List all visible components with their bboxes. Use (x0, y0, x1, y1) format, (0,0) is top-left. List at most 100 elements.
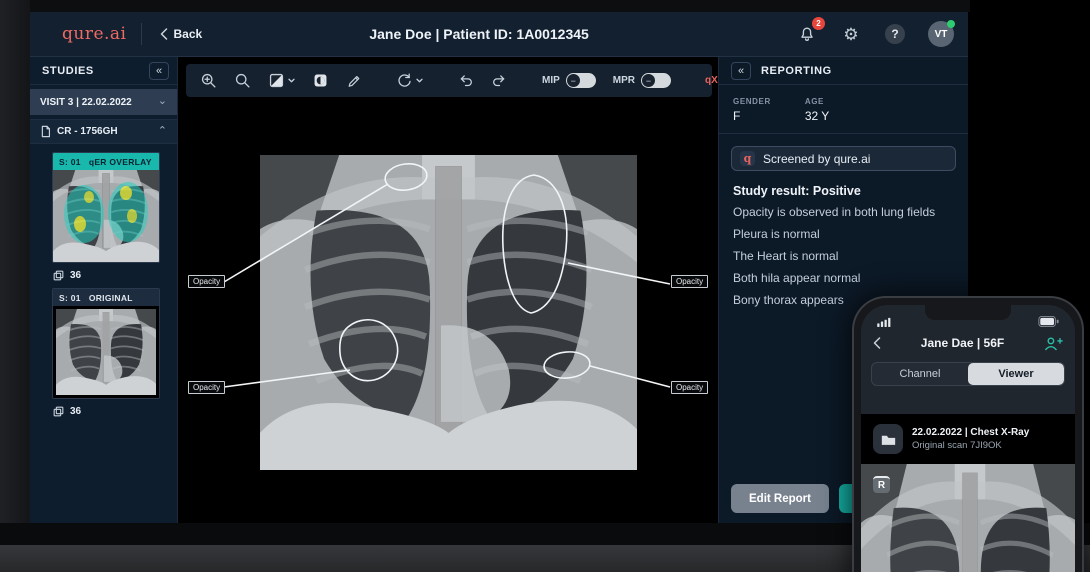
add-contact-icon[interactable] (1044, 336, 1063, 351)
patient-title: Jane Doe | Patient ID: 1A0012345 (369, 26, 589, 42)
zoom-in-icon (201, 73, 216, 88)
app-header: qure.ai Back Jane Doe | Patient ID: 1A00… (30, 12, 968, 57)
chevron-up-icon: ⌃ (157, 124, 167, 137)
scan-subtitle: Original scan 7JI9OK (912, 440, 1002, 451)
tab-viewer[interactable]: Viewer (968, 363, 1064, 385)
phone-back-icon[interactable] (873, 337, 881, 349)
app-window: qure.ai Back Jane Doe | Patient ID: 1A00… (30, 12, 968, 523)
avatar-initials: VT (934, 28, 948, 40)
thumbnail-name: qER OVERLAY (88, 156, 152, 167)
online-status-dot (947, 20, 955, 28)
zoom-in-tool[interactable] (200, 72, 217, 89)
laptop-bezel-top (30, 0, 970, 12)
qer-overlay-image (53, 170, 159, 262)
laptop-bezel-left (0, 0, 30, 545)
thumbnail-tag: S: 01 (59, 156, 81, 167)
right-side-marker: R (873, 476, 890, 493)
gender-label: GENDER (733, 97, 771, 106)
chevron-down-icon (416, 78, 423, 83)
visit-label: VISIT 3 | 22.02.2022 (40, 96, 132, 108)
studies-title: STUDIES (42, 64, 94, 77)
redo-button[interactable] (491, 73, 508, 88)
screened-by-text: Screened by qure.ai (763, 151, 871, 166)
phone-screen: Jane Dae | 56F Channel Viewer 22.02.2022… (861, 305, 1075, 572)
phone-notch (925, 305, 1011, 320)
scan-title: 22.02.2022 | Chest X-Ray (912, 427, 1030, 438)
gear-icon: ⚙ (843, 24, 859, 44)
settings-button[interactable]: ⚙ (840, 23, 862, 45)
phone-nav-bar: Jane Dae | 56F (861, 329, 1075, 357)
annotate-tool[interactable] (346, 73, 362, 89)
thumbnail-original[interactable]: S: 01 ORIGINAL (52, 288, 160, 399)
user-avatar[interactable]: VT (928, 20, 955, 47)
folder-icon (873, 424, 903, 454)
chevron-down-icon (288, 78, 295, 83)
finding-label-opacity[interactable]: Opacity (188, 381, 226, 394)
thumbnail-tag: S: 01 (59, 292, 81, 303)
viewer-toolbar: MIP − MPR − qXR (186, 64, 762, 97)
contrast-icon (269, 73, 284, 88)
finding-label-opacity[interactable]: Opacity (671, 275, 709, 288)
back-label: Back (173, 27, 203, 41)
series-label: CR - 1756GH (57, 126, 118, 137)
rotate-tool[interactable] (396, 72, 423, 89)
tab-channel[interactable]: Channel (872, 363, 968, 385)
thumbnail-qer-overlay[interactable]: S: 01 qER OVERLAY (52, 152, 160, 263)
chest-xray-image[interactable] (260, 155, 637, 470)
mpr-label: MPR (612, 75, 636, 86)
mpr-toggle[interactable]: MPR − (612, 73, 672, 88)
finding-label-opacity[interactable]: Opacity (671, 381, 709, 394)
edit-report-button[interactable]: Edit Report (731, 484, 829, 513)
image-count-icon (53, 406, 64, 417)
phone-viewer-content: 22.02.2022 | Chest X-Ray Original scan 7… (861, 414, 1075, 572)
mip-toggle[interactable]: MIP − (542, 73, 596, 88)
back-chevron-icon (160, 28, 167, 40)
screened-by-badge: q Screened by qure.ai (731, 146, 956, 171)
search-tool[interactable] (234, 72, 251, 89)
finding-item: Opacity is observed in both lung fields (733, 205, 936, 219)
finding-item: Pleura is normal (733, 227, 820, 241)
finding-label-opacity[interactable]: Opacity (188, 275, 226, 288)
collapse-reporting-button[interactable]: « (731, 61, 751, 80)
help-icon: ? (885, 24, 905, 44)
rotate-icon (398, 73, 411, 87)
scan-list-item[interactable]: 22.02.2022 | Chest X-Ray Original scan 7… (861, 414, 1075, 464)
thumbnail-name: ORIGINAL (88, 292, 133, 303)
notifications-button[interactable]: 2 (796, 17, 825, 45)
pencil-icon (348, 75, 360, 87)
finding-item: Both hila appear normal (733, 271, 861, 285)
image-count: 36 (70, 406, 82, 417)
phone-xray-image[interactable]: R (861, 464, 1075, 572)
mip-switch: − (565, 73, 596, 88)
back-button[interactable]: Back (160, 27, 203, 41)
visit-selector[interactable]: VISIT 3 | 22.02.2022 ⌄ (30, 89, 177, 115)
study-result: Study result: Positive (733, 184, 861, 198)
phone-patient-title: Jane Dae | 56F (920, 336, 1005, 350)
image-count: 36 (70, 270, 82, 281)
search-icon (235, 73, 250, 88)
qure-q-icon: q (740, 151, 755, 166)
mpr-switch: − (641, 73, 672, 88)
help-button[interactable]: ? (884, 23, 906, 45)
collapse-studies-button[interactable]: « (149, 61, 169, 80)
image-viewer: MIP − MPR − qXR Opacity Opacity Opacity … (178, 57, 762, 523)
redo-icon (493, 75, 505, 87)
invert-icon (314, 74, 327, 87)
chevron-down-icon: ⌄ (157, 95, 167, 108)
invert-tool[interactable] (312, 72, 329, 89)
window-level-tool[interactable] (268, 72, 295, 89)
phone-mockup: Jane Dae | 56F Channel Viewer 22.02.2022… (852, 296, 1084, 572)
battery-icon (1038, 316, 1059, 327)
notification-badge: 2 (812, 17, 825, 30)
undo-icon (460, 75, 472, 87)
series-row[interactable]: CR - 1756GH ⌃ (30, 119, 177, 144)
reporting-title: REPORTING (761, 64, 832, 77)
undo-button[interactable] (457, 73, 474, 88)
signal-icon (877, 317, 891, 327)
phone-tab-bar: Channel Viewer (871, 362, 1065, 386)
original-image (53, 306, 159, 398)
document-icon (41, 125, 51, 138)
mip-label: MIP (542, 75, 560, 86)
studies-panel: STUDIES « VISIT 3 | 22.02.2022 ⌄ CR - 17… (30, 57, 178, 523)
gender-value: F (733, 109, 741, 123)
